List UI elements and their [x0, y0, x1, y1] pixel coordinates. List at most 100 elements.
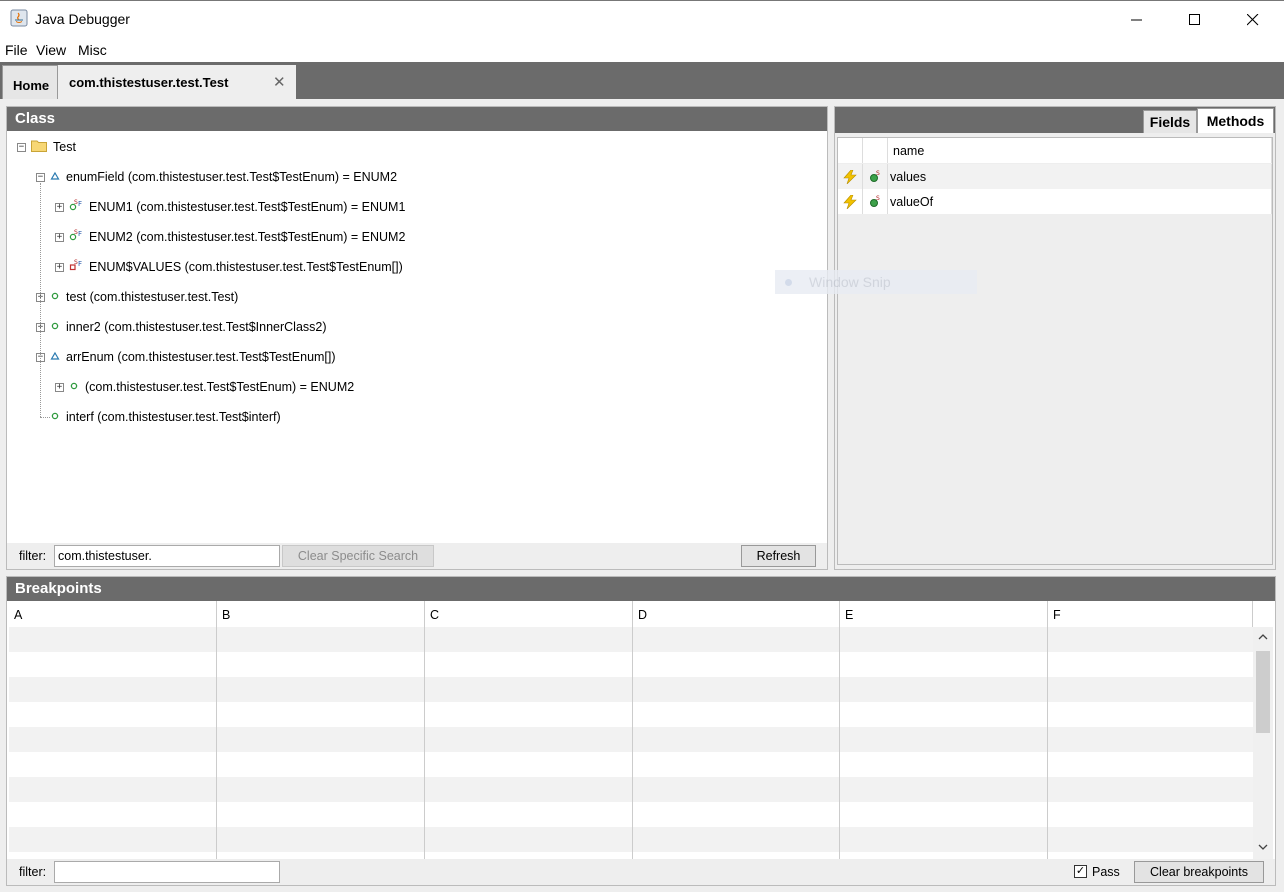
- static-field-icon: [50, 170, 60, 184]
- breakpoints-panel-header: Breakpoints: [7, 577, 1275, 601]
- window-title: Java Debugger: [35, 11, 130, 27]
- tree-node-label: test (com.thistestuser.test.Test): [66, 290, 239, 304]
- column-header-a[interactable]: A: [9, 601, 217, 627]
- tree-node[interactable]: (com.thistestuser.test.Test$TestEnum) = …: [69, 377, 354, 397]
- tree-node[interactable]: enumField (com.thistestuser.test.Test$Te…: [50, 167, 397, 187]
- tree-node[interactable]: inner2 (com.thistestuser.test.Test$Inner…: [50, 317, 327, 337]
- minimize-icon: [1131, 19, 1142, 21]
- static-method-icon: S: [863, 189, 888, 214]
- expand-node-icon[interactable]: +: [55, 233, 64, 242]
- pass-label: Pass: [1092, 865, 1120, 879]
- table-row[interactable]: [9, 702, 1253, 727]
- collapse-node-icon[interactable]: −: [17, 143, 26, 152]
- method-name: values: [888, 164, 1272, 189]
- svg-text:F: F: [78, 200, 82, 208]
- breakpoints-filter-label: filter:: [19, 865, 47, 879]
- tree-node-label: Test: [53, 140, 76, 154]
- method-name: valueOf: [888, 189, 1272, 214]
- menu-misc[interactable]: Misc: [78, 42, 107, 58]
- table-row[interactable]: [9, 652, 1253, 677]
- field-icon: [50, 290, 60, 304]
- tree-node-label: interf (com.thistestuser.test.Test$inter…: [66, 410, 281, 424]
- tree-node-label: (com.thistestuser.test.Test$TestEnum) = …: [85, 380, 355, 394]
- tree-node[interactable]: Test: [31, 137, 76, 157]
- column-header-d[interactable]: D: [633, 601, 840, 627]
- column-divider: [839, 627, 840, 859]
- svg-text:F: F: [78, 260, 82, 268]
- table-row[interactable]: [9, 677, 1253, 702]
- scroll-down-icon[interactable]: [1258, 843, 1268, 851]
- clear-breakpoints-button[interactable]: Clear breakpoints: [1134, 861, 1264, 883]
- static-method-icon: S: [863, 164, 888, 189]
- column-header-f[interactable]: F: [1048, 601, 1253, 627]
- tree-node[interactable]: S F ENUM2 (com.thistestuser.test.Test$Test…: [69, 227, 405, 247]
- expand-node-icon[interactable]: +: [55, 383, 64, 392]
- column-divider: [1047, 627, 1048, 859]
- breakpoints-panel-title: Breakpoints: [15, 580, 102, 597]
- menu-bar: File View Misc: [0, 38, 1284, 62]
- tab-close-icon[interactable]: ✕: [273, 73, 286, 91]
- table-row[interactable]: [9, 777, 1253, 802]
- tree-node[interactable]: interf (com.thistestuser.test.Test$inter…: [50, 407, 281, 427]
- tab-methods[interactable]: Methods: [1197, 108, 1274, 133]
- tree-node[interactable]: arrEnum (com.thistestuser.test.Test$Test…: [50, 347, 336, 367]
- tree-node-label: ENUM$VALUES (com.thistestuser.test.Test$…: [89, 260, 403, 274]
- tab-home[interactable]: Home: [2, 65, 58, 99]
- column-header-e[interactable]: E: [840, 601, 1048, 627]
- breakpoints-filter-input[interactable]: [54, 861, 280, 883]
- tab-fields[interactable]: Fields: [1143, 110, 1197, 133]
- breakpoints-scrollbar[interactable]: [1253, 627, 1273, 859]
- tree-node[interactable]: test (com.thistestuser.test.Test): [50, 287, 238, 307]
- field-icon: [50, 320, 60, 334]
- breakpoints-panel: Breakpoints ABCDEF filter: ✓ Pass Clear …: [6, 576, 1276, 886]
- menu-view[interactable]: View: [36, 42, 66, 58]
- column-header-b[interactable]: B: [217, 601, 425, 627]
- window-snip-overlay: Window Snip: [775, 270, 977, 294]
- class-panel-header: Class: [7, 107, 827, 131]
- class-filter-bar: filter: Clear Specific Search Refresh: [7, 543, 827, 569]
- pass-checkbox[interactable]: ✓: [1074, 865, 1087, 878]
- members-panel: Fields Methods name Svalues SvalueOf: [834, 106, 1276, 570]
- method-row[interactable]: Svalues: [838, 164, 1272, 189]
- expand-node-icon[interactable]: +: [55, 203, 64, 212]
- column-divider: [632, 627, 633, 859]
- table-row[interactable]: [9, 802, 1253, 827]
- lightning-icon: [838, 189, 863, 214]
- tree-node[interactable]: S F ENUM$VALUES (com.thistestuser.test.Tes…: [69, 257, 403, 277]
- java-app-icon: [10, 9, 28, 27]
- tree-node-label: inner2 (com.thistestuser.test.Test$Inner…: [66, 320, 327, 334]
- header-cell: [863, 138, 888, 163]
- collapse-node-icon[interactable]: −: [36, 173, 45, 182]
- name-column-header[interactable]: name: [888, 138, 1272, 163]
- tree-node-label: ENUM2 (com.thistestuser.test.Test$TestEn…: [89, 230, 406, 244]
- tab-class-test[interactable]: com.thistestuser.test.Test ✕: [58, 65, 296, 99]
- menu-file[interactable]: File: [5, 42, 28, 58]
- table-row[interactable]: [9, 827, 1253, 852]
- title-bar: Java Debugger: [0, 0, 1284, 38]
- svg-text:S: S: [876, 195, 880, 202]
- minimize-button[interactable]: [1108, 1, 1166, 39]
- clear-specific-search-button[interactable]: Clear Specific Search: [282, 545, 434, 567]
- field-icon: [50, 410, 60, 424]
- members-panel-header: Fields Methods: [835, 107, 1275, 133]
- table-row[interactable]: [9, 627, 1253, 652]
- breakpoints-table-header: ABCDEF: [9, 601, 1253, 627]
- column-divider: [216, 627, 217, 859]
- maximize-button[interactable]: [1166, 1, 1224, 39]
- column-header-c[interactable]: C: [425, 601, 633, 627]
- refresh-button[interactable]: Refresh: [741, 545, 816, 567]
- scrollbar-thumb[interactable]: [1256, 651, 1270, 733]
- static-final-field-icon: SF: [69, 199, 83, 215]
- close-window-button[interactable]: [1224, 1, 1282, 39]
- field-icon: [69, 380, 79, 394]
- table-row[interactable]: [9, 752, 1253, 777]
- expand-node-icon[interactable]: +: [55, 263, 64, 272]
- table-row[interactable]: [9, 727, 1253, 752]
- maximize-icon: [1189, 14, 1200, 25]
- class-filter-input[interactable]: [54, 545, 280, 567]
- method-row[interactable]: SvalueOf: [838, 189, 1272, 214]
- class-filter-label: filter:: [19, 549, 47, 563]
- tab-strip: Home com.thistestuser.test.Test ✕: [0, 62, 1284, 99]
- tree-node[interactable]: S F ENUM1 (com.thistestuser.test.Test$Test…: [69, 197, 405, 217]
- scroll-up-icon[interactable]: [1258, 633, 1268, 641]
